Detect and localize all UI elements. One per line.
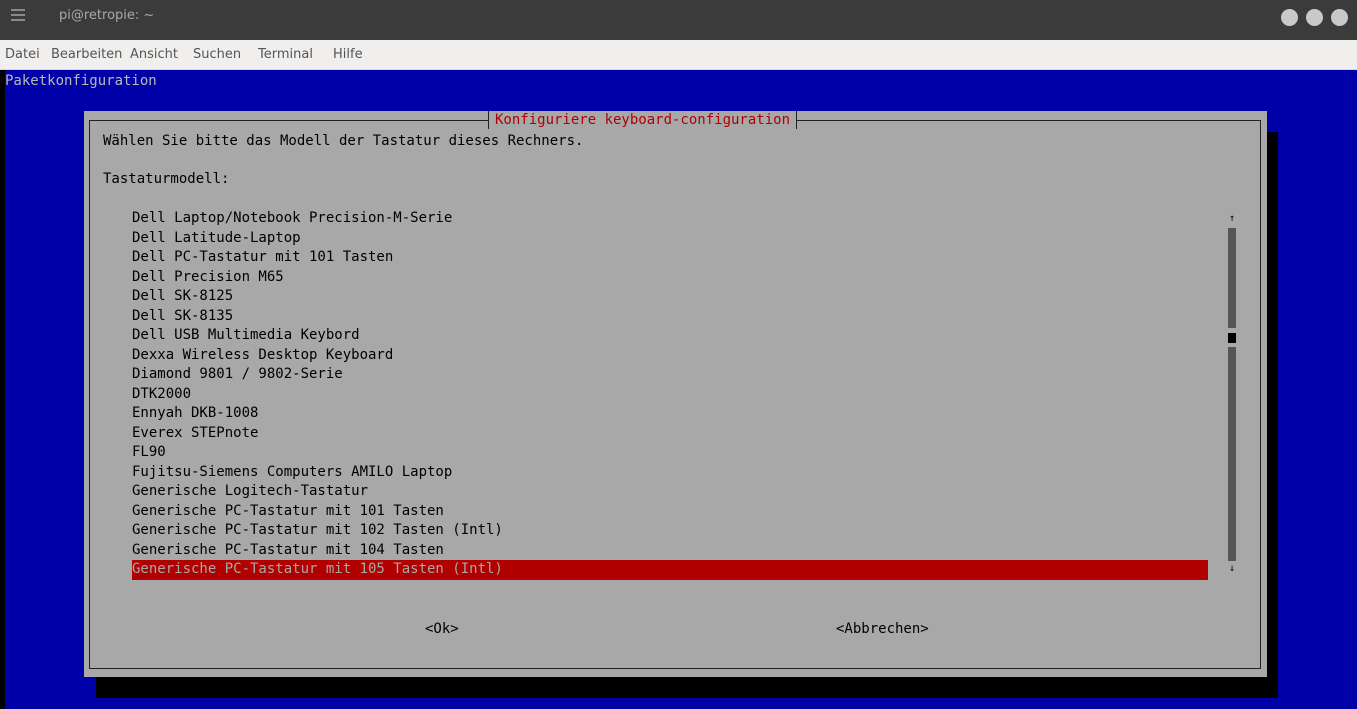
list-scrollbar[interactable]: ↑ ↓ [1226,213,1238,587]
menu-terminal[interactable]: Terminal [258,47,313,62]
scroll-track-upper[interactable] [1228,228,1236,328]
close-button[interactable] [1331,9,1348,26]
ok-button[interactable]: <Ok> [425,620,459,639]
menu-suchen[interactable]: Suchen [193,47,241,62]
menu-hilfe[interactable]: Hilfe [333,47,363,62]
list-item[interactable]: DTK2000 [132,385,1208,405]
terminal-area[interactable]: Paketkonfiguration Konfiguriere keyboard… [5,70,1357,709]
list-item[interactable]: Generische PC-Tastatur mit 101 Tasten [132,502,1208,522]
list-item[interactable]: Generische Logitech-Tastatur [132,482,1208,502]
list-item[interactable]: Diamond 9801 / 9802-Serie [132,365,1208,385]
minimize-button[interactable] [1281,9,1298,26]
list-item[interactable]: Dexxa Wireless Desktop Keyboard [132,346,1208,366]
list-item[interactable]: FL90 [132,443,1208,463]
menu-bar: Datei Bearbeiten Ansicht Suchen Terminal… [0,40,1357,70]
window-titlebar: pi@retropie: ~ [0,0,1357,40]
package-config-header: Paketkonfiguration [5,73,157,89]
list-item[interactable]: Generische PC-Tastatur mit 104 Tasten [132,541,1208,561]
list-item[interactable]: Dell PC-Tastatur mit 101 Tasten [132,248,1208,268]
list-item[interactable]: Fujitsu-Siemens Computers AMILO Laptop [132,463,1208,483]
list-item[interactable]: Dell USB Multimedia Keybord [132,326,1208,346]
list-item[interactable]: Generische PC-Tastatur mit 102 Tasten (I… [132,521,1208,541]
scroll-thumb[interactable] [1228,333,1236,343]
list-item[interactable]: Dell SK-8135 [132,307,1208,327]
config-dialog: Konfiguriere keyboard-configuration Wähl… [84,111,1267,677]
window-title: pi@retropie: ~ [59,8,155,23]
scroll-track-lower[interactable] [1228,347,1236,561]
list-item[interactable]: Dell SK-8125 [132,287,1208,307]
list-item[interactable]: Dell Precision M65 [132,268,1208,288]
list-item[interactable]: Dell Laptop/Notebook Precision-M-Serie [132,209,1208,229]
list-item[interactable]: Generische PC-Tastatur mit 105 Tasten (I… [132,560,1208,580]
scroll-up-icon[interactable]: ↑ [1226,213,1238,225]
menu-datei[interactable]: Datei [5,47,40,62]
list-item[interactable]: Ennyah DKB-1008 [132,404,1208,424]
menu-bearbeiten[interactable]: Bearbeiten [51,47,122,62]
list-item[interactable]: Everex STEPnote [132,424,1208,444]
cancel-button[interactable]: <Abbrechen> [836,620,929,639]
dialog-title: Konfiguriere keyboard-configuration [488,111,798,129]
maximize-button[interactable] [1306,9,1323,26]
hamburger-menu-icon[interactable] [11,9,25,23]
menu-ansicht[interactable]: Ansicht [130,47,178,62]
scroll-down-icon[interactable]: ↓ [1226,563,1238,575]
list-item[interactable]: Dell Latitude-Laptop [132,229,1208,249]
list-label: Tastaturmodell: [103,171,230,187]
dialog-prompt: Wählen Sie bitte das Modell der Tastatur… [103,133,584,149]
keyboard-model-list[interactable]: Dell Laptop/Notebook Precision-M-Serie De… [132,209,1208,580]
